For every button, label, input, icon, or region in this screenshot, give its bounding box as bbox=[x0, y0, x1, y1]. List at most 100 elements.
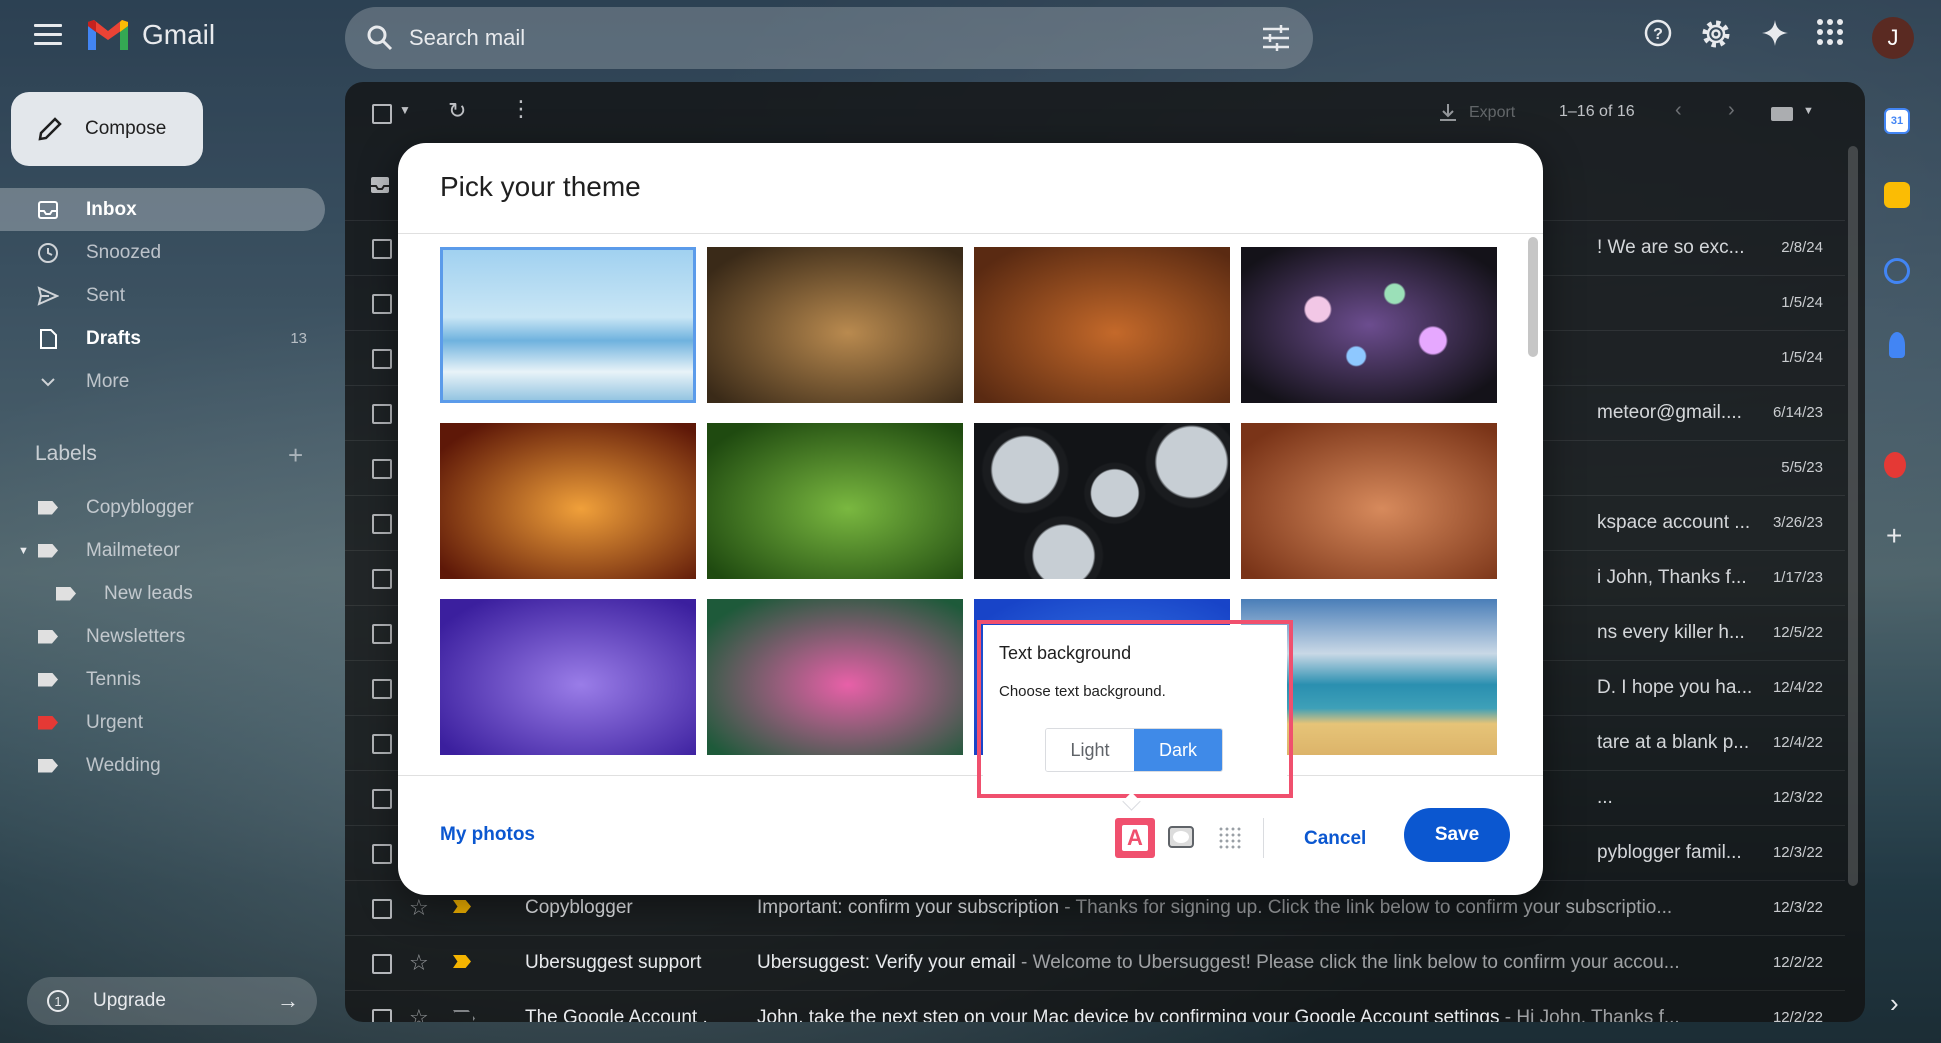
theme-thumbnail[interactable] bbox=[974, 247, 1230, 403]
label-item-new-leads[interactable]: New leads bbox=[0, 572, 325, 615]
theme-thumbnail[interactable] bbox=[707, 599, 963, 755]
theme-thumbnail[interactable] bbox=[440, 599, 696, 755]
label-item-tennis[interactable]: Tennis bbox=[0, 658, 325, 701]
my-photos-link[interactable]: My photos bbox=[440, 824, 535, 846]
row-checkbox[interactable] bbox=[372, 1009, 392, 1022]
sidebar-item-drafts[interactable]: Drafts 13 bbox=[0, 317, 325, 360]
label-tag-icon bbox=[38, 500, 58, 515]
keyboard-icon[interactable] bbox=[1770, 106, 1794, 122]
tasks-icon[interactable] bbox=[1884, 258, 1910, 284]
prev-page-icon[interactable]: ‹ bbox=[1675, 99, 1682, 122]
search-input[interactable]: Search mail bbox=[409, 25, 525, 51]
select-all-checkbox[interactable] bbox=[372, 104, 392, 124]
primary-tab-icon[interactable] bbox=[370, 175, 390, 195]
dialog-scrollbar[interactable] bbox=[1528, 237, 1538, 357]
settings-icon[interactable] bbox=[1700, 18, 1732, 50]
upgrade-button[interactable]: 1 Upgrade → bbox=[27, 977, 317, 1025]
theme-thumbnail[interactable] bbox=[1241, 423, 1497, 579]
theme-thumbnail[interactable] bbox=[707, 423, 963, 579]
search-bar[interactable]: Search mail bbox=[345, 7, 1313, 69]
keep-icon[interactable] bbox=[1884, 182, 1910, 208]
theme-thumbnail[interactable] bbox=[707, 247, 963, 403]
row-checkbox[interactable] bbox=[372, 899, 392, 919]
star-icon[interactable]: ☆ bbox=[409, 950, 429, 976]
blur-icon[interactable] bbox=[1218, 826, 1242, 850]
search-options-icon[interactable] bbox=[1261, 25, 1291, 51]
avatar[interactable]: J bbox=[1872, 17, 1914, 59]
row-checkbox[interactable] bbox=[372, 679, 392, 699]
more-vert-icon[interactable]: ⋮ bbox=[510, 96, 532, 122]
sidebar-item-snoozed[interactable]: Snoozed bbox=[0, 231, 325, 274]
star-icon[interactable]: ☆ bbox=[409, 1005, 429, 1022]
apps-icon[interactable] bbox=[1816, 18, 1844, 46]
export-button[interactable]: Export bbox=[1437, 102, 1515, 124]
search-icon[interactable] bbox=[365, 23, 395, 53]
dark-option-button[interactable]: Dark bbox=[1134, 729, 1222, 771]
text-background-button[interactable]: A bbox=[1115, 818, 1155, 858]
theme-thumbnail[interactable] bbox=[440, 247, 696, 403]
refresh-icon[interactable]: ↻ bbox=[448, 98, 466, 124]
compose-button[interactable]: Compose bbox=[11, 92, 203, 166]
sidebar-item-label: Inbox bbox=[86, 198, 137, 220]
row-checkbox[interactable] bbox=[372, 624, 392, 644]
gmail-m-icon bbox=[88, 20, 128, 50]
row-checkbox[interactable] bbox=[372, 294, 392, 314]
important-marker-icon[interactable] bbox=[453, 900, 471, 913]
important-marker-icon[interactable] bbox=[453, 1010, 475, 1022]
row-checkbox[interactable] bbox=[372, 569, 392, 589]
help-icon[interactable]: ? bbox=[1643, 18, 1673, 48]
label-name: New leads bbox=[104, 582, 193, 604]
row-checkbox[interactable] bbox=[372, 459, 392, 479]
add-label-icon[interactable]: + bbox=[288, 440, 303, 471]
cancel-button[interactable]: Cancel bbox=[1304, 820, 1366, 858]
email-date: 6/14/23 bbox=[1772, 404, 1823, 421]
row-checkbox[interactable] bbox=[372, 734, 392, 754]
label-item-copyblogger[interactable]: Copyblogger bbox=[0, 486, 325, 529]
addon-icon[interactable] bbox=[1884, 452, 1906, 478]
important-marker-icon[interactable] bbox=[453, 955, 471, 968]
label-tag-icon bbox=[38, 672, 58, 687]
save-button[interactable]: Save bbox=[1404, 808, 1510, 862]
expand-panel-icon[interactable]: › bbox=[1890, 988, 1899, 1019]
sidebar-item-label: Drafts bbox=[86, 327, 141, 349]
gemini-icon[interactable] bbox=[1760, 18, 1790, 48]
add-addon-icon[interactable]: + bbox=[1886, 520, 1902, 552]
calendar-icon[interactable]: 31 bbox=[1884, 108, 1910, 134]
row-checkbox[interactable] bbox=[372, 954, 392, 974]
label-name: Urgent bbox=[86, 711, 144, 733]
row-checkbox[interactable] bbox=[372, 349, 392, 369]
email-row[interactable]: ☆ The Google Account . John, take the next… bbox=[345, 990, 1845, 1022]
sidebar-item-inbox[interactable]: Inbox bbox=[0, 188, 325, 231]
label-item-urgent[interactable]: Urgent bbox=[0, 701, 325, 744]
select-dropdown-icon[interactable]: ▼ bbox=[399, 103, 411, 117]
row-checkbox[interactable] bbox=[372, 789, 392, 809]
mail-scrollbar[interactable] bbox=[1848, 146, 1858, 886]
email-row[interactable]: ☆ Ubersuggest support Ubersuggest: Verify … bbox=[345, 935, 1845, 990]
next-page-icon[interactable]: › bbox=[1728, 99, 1735, 122]
expand-arrow-icon[interactable]: ▼ bbox=[18, 545, 29, 557]
light-option-button[interactable]: Light bbox=[1046, 729, 1134, 771]
input-tools-dropdown-icon[interactable]: ▼ bbox=[1803, 105, 1814, 117]
contacts-icon[interactable] bbox=[1889, 332, 1905, 358]
star-icon[interactable]: ☆ bbox=[409, 895, 429, 921]
row-checkbox[interactable] bbox=[372, 514, 392, 534]
pencil-icon bbox=[38, 117, 62, 141]
theme-thumbnail[interactable] bbox=[440, 423, 696, 579]
hamburger-icon[interactable] bbox=[34, 24, 62, 48]
sidebar-item-sent[interactable]: Sent bbox=[0, 274, 325, 317]
vignette-icon[interactable] bbox=[1168, 826, 1194, 848]
label-item-wedding[interactable]: Wedding bbox=[0, 744, 325, 787]
sidebar-item-more[interactable]: More bbox=[0, 360, 325, 403]
label-tag-icon bbox=[38, 629, 58, 644]
row-checkbox[interactable] bbox=[372, 239, 392, 259]
email-subject-line: kspace account ... bbox=[1597, 512, 1797, 534]
gmail-logo[interactable]: Gmail bbox=[86, 18, 215, 52]
labels-list: Copyblogger ▼ Mailmeteor New leads Newsl… bbox=[0, 486, 325, 787]
label-item-newsletters[interactable]: Newsletters bbox=[0, 615, 325, 658]
row-checkbox[interactable] bbox=[372, 844, 392, 864]
theme-thumbnail[interactable] bbox=[974, 423, 1230, 579]
label-item-mailmeteor[interactable]: ▼ Mailmeteor bbox=[0, 529, 325, 572]
email-subject-line: ! We are so exc... bbox=[1597, 237, 1797, 259]
theme-thumbnail[interactable] bbox=[1241, 247, 1497, 403]
row-checkbox[interactable] bbox=[372, 404, 392, 424]
